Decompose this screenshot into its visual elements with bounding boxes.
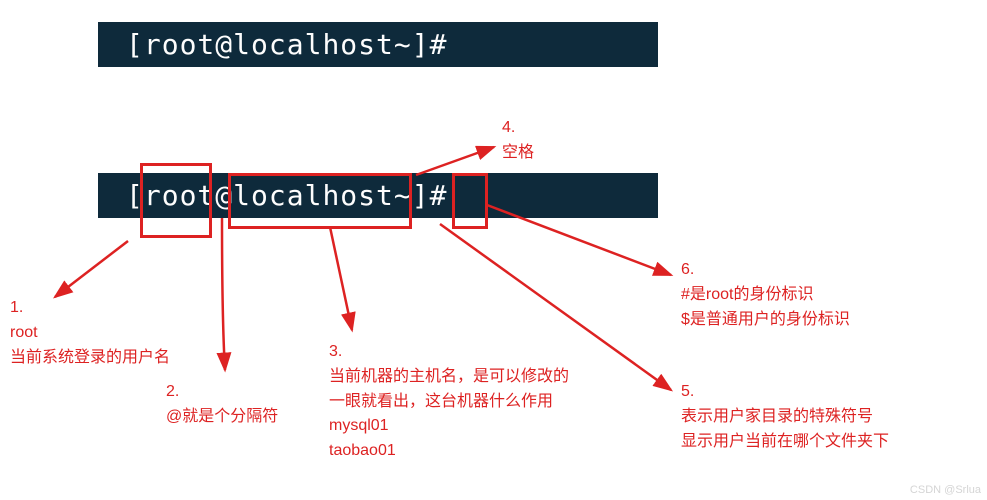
prompt-at: @ [215,28,233,61]
prompt-open-bracket: [ [126,28,144,61]
watermark: CSDN @Srlua [910,484,981,496]
prompt-close-bracket: ] [412,179,430,212]
highlight-box-host [228,173,412,229]
prompt-dir: ~ [394,28,412,61]
prompt-symbol: # [430,179,448,212]
prompt-host: localhost [233,28,394,61]
annotation-5: 5. 表示用户家目录的特殊符号 显示用户当前在哪个文件夹下 [681,380,889,454]
prompt-symbol: # [430,28,448,61]
highlight-box-user [140,163,212,238]
prompt-user: root [144,28,215,61]
annotation-2: 2. @就是个分隔符 [166,380,278,430]
annotation-1: 1. root 当前系统登录的用户名 [10,296,170,370]
prompt-close-bracket: ] [412,28,430,61]
annotation-6: 6. #是root的身份标识 $是普通用户的身份标识 [681,258,850,332]
highlight-box-prompt [452,173,488,229]
annotation-4: 4. 空格 [502,116,534,166]
terminal-sample-top: [root@localhost ~]# [98,22,658,67]
annotation-3: 3. 当前机器的主机名，是可以修改的 一眼就看出，这台机器什么作用 mysql0… [329,340,569,464]
